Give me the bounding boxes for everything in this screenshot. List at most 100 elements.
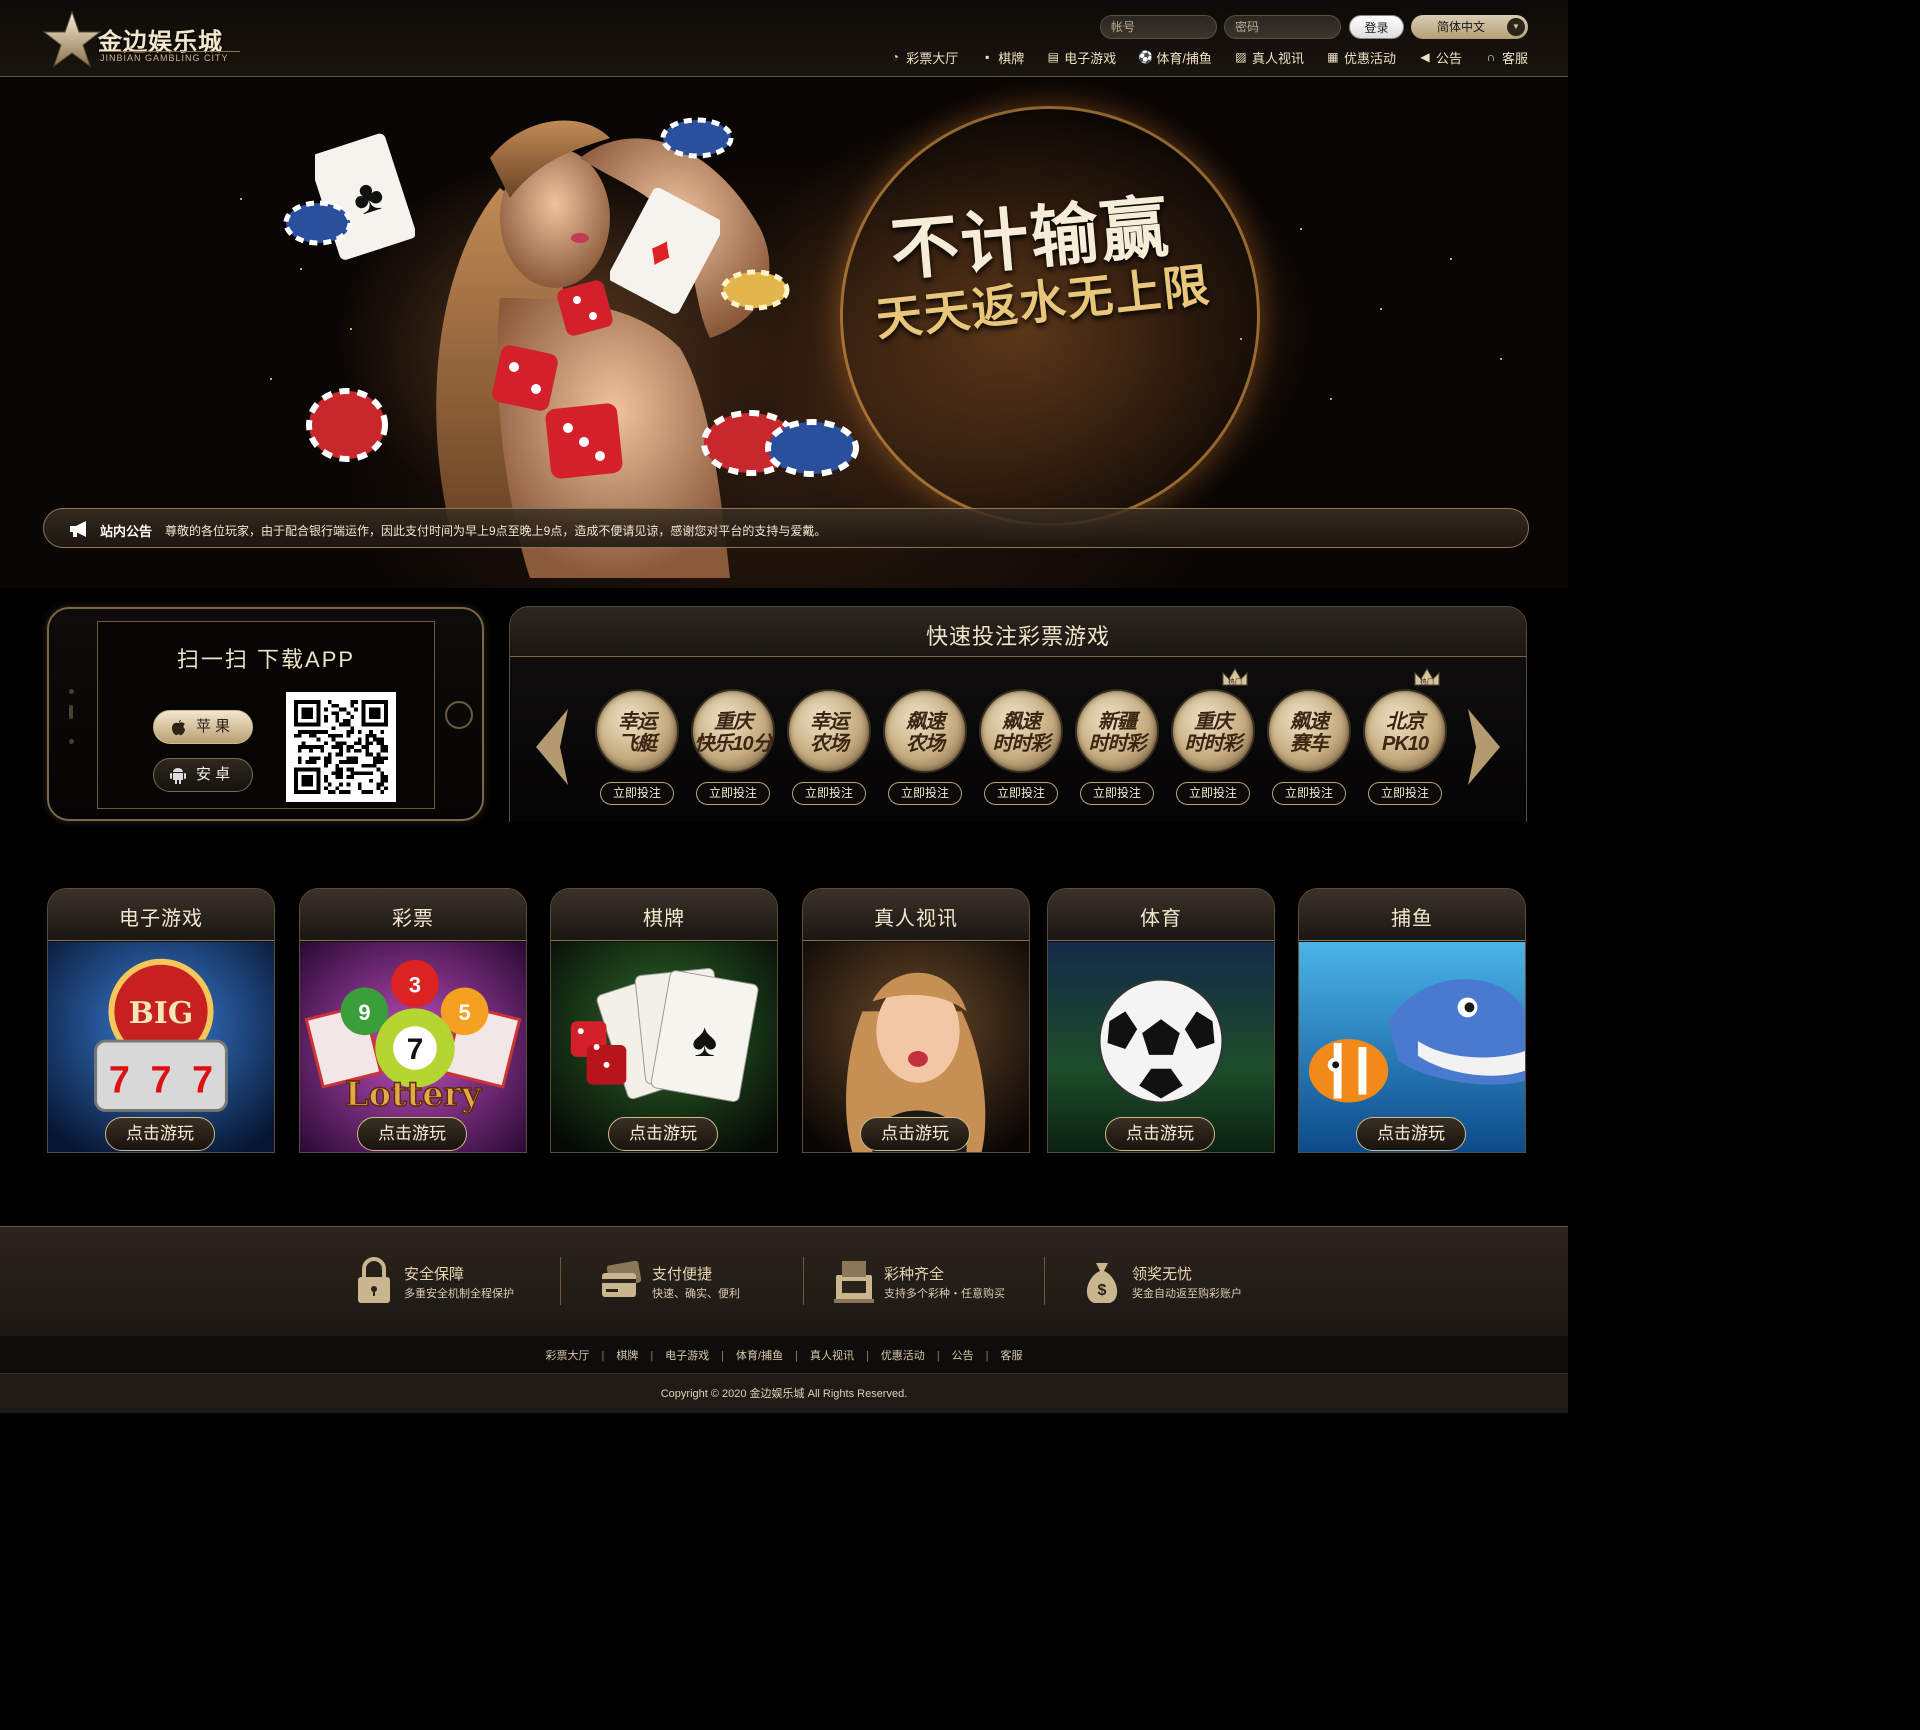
lottery-game-item[interactable]: 幸运 农场 立即投注	[784, 689, 874, 809]
lottery-game-item[interactable]: 北京 PK10 热门立即投注	[1360, 668, 1450, 809]
logo[interactable]: 金边娱乐城 JINBIAN GAMBLING CITY	[40, 8, 250, 72]
feature-title: 彩种齐全	[884, 1266, 945, 1283]
play-button[interactable]: 点击游玩	[357, 1117, 467, 1151]
lottery-game-coin[interactable]: 新疆 时时彩	[1075, 689, 1159, 773]
bet-now-button[interactable]: 立即投注	[600, 782, 674, 805]
lottery-game-item[interactable]: 飙速 赛车 立即投注	[1264, 689, 1354, 809]
login-button[interactable]: 登录	[1349, 15, 1404, 39]
lottery-game-item[interactable]: 幸运 飞艇 立即投注	[592, 689, 682, 809]
soccer-icon: ⚽	[1138, 50, 1154, 64]
live-icon: ▨	[1235, 50, 1247, 64]
category-card-cards[interactable]: 棋牌 ♠ 点击游玩	[550, 888, 778, 1153]
footer-link[interactable]: 体育/捕鱼	[736, 1350, 783, 1362]
phone-screen: 扫一扫 下载APP 苹 果 安 卓	[97, 621, 435, 809]
lottery-game-coin[interactable]: 飙速 时时彩	[979, 689, 1063, 773]
gift-icon: ▦	[1327, 50, 1339, 64]
bet-now-button[interactable]: 立即投注	[1080, 782, 1154, 805]
footer-link[interactable]: 客服	[1001, 1350, 1023, 1362]
apple-download-button[interactable]: 苹 果	[153, 710, 253, 744]
svg-text:9: 9	[358, 1000, 370, 1025]
lottery-game-item[interactable]: 重庆 时时彩 热门立即投注	[1168, 668, 1258, 809]
play-button[interactable]: 点击游玩	[608, 1117, 718, 1151]
nav-item-sports[interactable]: ⚽ 体育/捕鱼	[1138, 47, 1212, 67]
poker-chip-gold	[720, 269, 790, 311]
category-card-fishing[interactable]: 捕鱼 点击游玩	[1298, 888, 1526, 1153]
bet-now-button[interactable]: 立即投注	[792, 782, 866, 805]
play-button[interactable]: 点击游玩	[1356, 1117, 1466, 1151]
feature-subtitle: 快速、确实、便利	[652, 1288, 740, 1300]
lottery-game-coin[interactable]: 飙速 赛车	[1267, 689, 1351, 773]
lottery-game-item[interactable]: 重庆 快乐10分立即投注	[688, 689, 778, 809]
nav-item-announcement[interactable]: ◀ 公告	[1418, 47, 1462, 67]
footer-link[interactable]: 彩票大厅	[545, 1350, 589, 1362]
phone-home-button	[445, 701, 473, 729]
phone-camera	[69, 689, 74, 694]
bet-now-button[interactable]: 立即投注	[1272, 782, 1346, 805]
nav-label: 电子游戏	[1064, 50, 1117, 66]
nav-item-promotions[interactable]: ▦ 优惠活动	[1326, 47, 1396, 67]
chevron-right-icon[interactable]	[1466, 707, 1502, 787]
category-title: 电子游戏	[119, 908, 203, 930]
play-button[interactable]: 点击游玩	[860, 1117, 970, 1151]
lottery-game-coin[interactable]: 幸运 农场	[787, 689, 871, 773]
hot-label: 热门	[1228, 677, 1242, 686]
lottery-game-coin[interactable]: 幸运 飞艇	[595, 689, 679, 773]
category-card-sports[interactable]: 体育 点击游玩	[1047, 888, 1275, 1153]
category-card-slots[interactable]: 电子游戏 BIG 7 7 7 点击游玩	[47, 888, 275, 1153]
logo-subtitle: JINBIAN GAMBLING CITY	[100, 51, 240, 63]
nav-item-slots[interactable]: ▤ 电子游戏	[1046, 47, 1117, 67]
category-header: 体育	[1048, 889, 1274, 941]
lottery-game-item[interactable]: 飙速 时时彩 立即投注	[976, 689, 1066, 809]
chevron-down-icon: ▼	[1507, 18, 1525, 36]
language-label: 简体中文	[1437, 20, 1486, 34]
lottery-game-item[interactable]: 飙速 农场 立即投注	[880, 689, 970, 809]
category-header: 彩票	[300, 889, 526, 941]
lottery-game-name: 飙速 赛车	[1290, 711, 1329, 755]
bet-now-button[interactable]: 立即投注	[1368, 782, 1442, 805]
hot-label: 热门	[1420, 677, 1434, 686]
feature-separator	[803, 1257, 804, 1305]
copyright-text: Copyright © 2020 金边娱乐城 All Rights Reserv…	[660, 1388, 908, 1400]
card-payment-icon	[602, 1260, 642, 1297]
footer-link[interactable]: 公告	[952, 1350, 974, 1362]
phone-speaker	[69, 705, 73, 719]
bet-now-button[interactable]: 立即投注	[696, 782, 770, 805]
chevron-left-icon[interactable]	[534, 707, 570, 787]
bet-now-button[interactable]: 立即投注	[1176, 782, 1250, 805]
headset-icon: ∩	[1486, 50, 1496, 64]
lottery-logo-text: Lottery	[345, 1073, 482, 1113]
nav-item-live[interactable]: ▨ 真人视讯	[1234, 47, 1304, 67]
apple-icon	[172, 720, 185, 736]
lottery-game-name: 飙速 时时彩	[992, 711, 1051, 755]
footer-link[interactable]: 真人视讯	[810, 1350, 854, 1362]
lottery-game-coin[interactable]: 北京 PK10	[1363, 689, 1447, 773]
play-button[interactable]: 点击游玩	[105, 1117, 215, 1151]
footer-link[interactable]: 棋牌	[616, 1350, 638, 1362]
footer-link[interactable]: 电子游戏	[665, 1350, 709, 1362]
password-input[interactable]: 密码	[1224, 15, 1341, 39]
lottery-game-coin[interactable]: 重庆 时时彩	[1171, 689, 1255, 773]
username-input[interactable]: 帐号	[1100, 15, 1217, 39]
megaphone-icon	[70, 521, 86, 537]
bet-now-button[interactable]: 立即投注	[888, 782, 962, 805]
category-card-lottery[interactable]: 彩票 7 9 3 5 Lottery 点击游玩	[299, 888, 527, 1153]
svg-text:$: $	[1098, 1282, 1107, 1299]
language-select[interactable]: 简体中文 ▼	[1411, 15, 1528, 39]
android-icon	[170, 768, 186, 784]
lottery-game-coin[interactable]: 飙速 农场	[883, 689, 967, 773]
android-download-button[interactable]: 安 卓	[153, 758, 253, 792]
footer-link-divider: |	[601, 1350, 605, 1362]
slot-icon: ▤	[1047, 50, 1059, 64]
nav-item-lottery[interactable]: ◔ 彩票大厅	[888, 47, 959, 67]
star-logo-icon	[42, 10, 102, 68]
nav-item-cards[interactable]: ▪ 棋牌	[980, 47, 1024, 67]
play-button[interactable]: 点击游玩	[1105, 1117, 1215, 1151]
category-card-live[interactable]: 真人视讯 点击游玩	[802, 888, 1030, 1153]
lottery-game-item[interactable]: 新疆 时时彩 立即投注	[1072, 689, 1162, 809]
nav-item-support[interactable]: ∩ 客服	[1484, 47, 1528, 67]
poker-chip-blue-3	[765, 419, 859, 477]
bet-now-button[interactable]: 立即投注	[984, 782, 1058, 805]
footer-link[interactable]: 优惠活动	[881, 1350, 925, 1362]
lottery-game-coin[interactable]: 重庆 快乐10分	[691, 689, 775, 773]
category-header: 电子游戏	[48, 889, 274, 941]
